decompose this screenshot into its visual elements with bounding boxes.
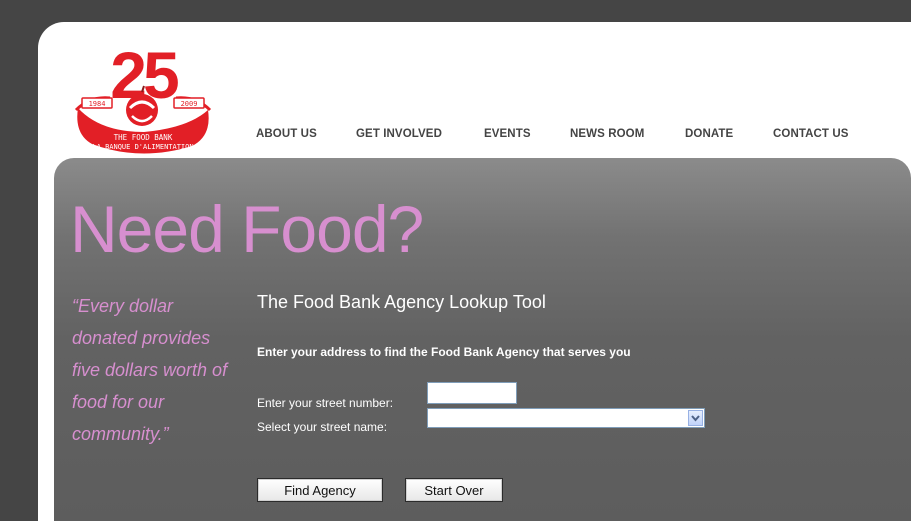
- nav-donate[interactable]: DONATE: [685, 128, 733, 140]
- content-card: 1984 2009 25 THE FOOD BANK LA BANQUE D'A…: [38, 22, 911, 521]
- lookup-tool-title: The Food Bank Agency Lookup Tool: [257, 292, 546, 312]
- start-over-button[interactable]: Start Over: [405, 478, 503, 502]
- nav-get-involved[interactable]: GET INVOLVED: [356, 128, 442, 140]
- page-background: 1984 2009 25 THE FOOD BANK LA BANQUE D'A…: [0, 0, 911, 521]
- find-agency-button[interactable]: Find Agency: [257, 478, 383, 502]
- nav-news-room[interactable]: NEWS ROOM: [570, 128, 644, 140]
- hero-title: Need Food?: [70, 192, 424, 266]
- street-number-input[interactable]: [427, 382, 517, 404]
- street-number-label: Enter your street number:: [257, 396, 394, 410]
- lookup-tool-description: Enter your address to find the Food Bank…: [257, 345, 631, 359]
- year-start: 1984: [89, 100, 106, 108]
- food-bank-logo[interactable]: 1984 2009 25 THE FOOD BANK LA BANQUE D'A…: [70, 36, 216, 156]
- nav-contact-us[interactable]: CONTACT US: [773, 128, 849, 140]
- brand-name-en: THE FOOD BANK: [114, 133, 173, 142]
- nav-events[interactable]: EVENTS: [484, 128, 531, 140]
- brand-name-fr: LA BANQUE D'ALIMENTATION: [92, 143, 193, 151]
- donation-quote: “Every dollar donated provides five doll…: [72, 296, 228, 444]
- year-end: 2009: [181, 100, 198, 108]
- street-name-label: Select your street name:: [257, 420, 388, 434]
- street-name-select[interactable]: [427, 408, 705, 428]
- nav-about-us[interactable]: ABOUT US: [256, 128, 317, 140]
- hero-panel: Need Food? “Every dollar donated provide…: [54, 158, 911, 521]
- chevron-down-icon[interactable]: [688, 410, 703, 426]
